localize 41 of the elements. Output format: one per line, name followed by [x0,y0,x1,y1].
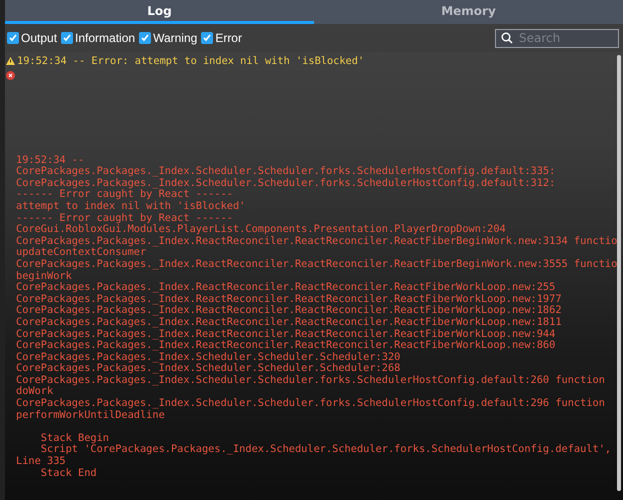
log-line: CorePackages.Packages._Index.Scheduler.Scheduler.Scheduler:268 [16,363,402,375]
log-line: updateContextConsumer [16,247,146,259]
error-icon [6,70,15,80]
log-line: CorePackages.Packages._Index.ReactReconciler.ReactReconciler.ReactFiberWorkLoop.new:255 [16,282,556,294]
log-line: attempt to index nil with 'isBlocked' [16,200,246,213]
log-line: Stack Begin [40,432,109,444]
log-line: CorePackages.Packages._Index.ReactReconciler.ReactReconciler.ReactFiberWorkLoop.new:860 [16,340,556,352]
checkbox[interactable] [61,32,74,44]
filter-label: Warning [153,31,198,45]
log-line: CorePackages.Packages._Index.ReactReconciler.ReactReconciler.ReactFiberWorkLoop.new:944 [16,328,556,340]
warning-icon [6,57,15,65]
log-line: beginWork [16,270,73,282]
log-line: CorePackages.Packages._Index.Scheduler.Scheduler.forks.SchedulerHostConfig.default:296 function [16,398,606,410]
filter-label: Error [215,31,242,45]
log-line: ------ Error caught by React ------ [16,212,233,224]
log-line: Script 'CorePackages.Packages._Index.Scheduler.Scheduler.forks.SchedulerHostConfig.default', Line 335 [16,444,612,468]
checkbox[interactable] [7,32,19,44]
log-line: CoreGui.RobloxGui.Modules.PlayerList.Components.Presentation.PlayerDropDown:204 [16,224,507,236]
checkbox[interactable] [201,32,214,44]
search-icon [501,32,513,44]
log-line: CorePackages.Packages._Index.Scheduler.Scheduler.forks.SchedulerHostConfig.default:312: [16,178,556,189]
log-line: CorePackages.Packages._Index.ReactReconciler.ReactReconciler.ReactFiberWorkLoop.new:1811 [16,316,563,328]
log-line: CorePackages.Packages._Index.ReactReconciler.ReactReconciler.ReactFiberWorkLoop.new:1977 [16,294,563,305]
log-line: performWorkUntilDeadline [16,410,166,422]
log-line: CorePackages.Packages._Index.Scheduler.Scheduler.Scheduler:320 [16,352,402,363]
tab[interactable]: Memory [314,0,623,24]
log-line: CorePackages.Packages._Index.Scheduler.Scheduler.forks.SchedulerHostConfig.default:335: [16,166,556,178]
checkbox[interactable] [139,32,152,44]
log-line: 19:52:34 -- [16,154,86,166]
log-line: CorePackages.Packages._Index.Scheduler.Scheduler.forks.SchedulerHostConfig.default:260 function [16,374,606,386]
scrollbar-thumb[interactable] [617,55,621,491]
log-line: CorePackages.Packages._Index.ReactReconciler.ReactReconciler.ReactFiberWorkLoop.new:1862 [16,305,563,317]
log-line: ------ Error caught by React ------ [16,189,233,201]
filter-label: Information [75,31,136,45]
log-line: Stack End [40,468,98,480]
filter-label: Output [21,31,58,45]
log-line: CorePackages.Packages._Index.ReactReconciler.ReactReconciler.ReactFiberBeginWork.new:3555 functio [16,258,618,271]
log-line: CorePackages.Packages._Index.ReactReconciler.ReactReconciler.ReactFiberBeginWork.new:3134 functio [16,236,618,247]
search-field[interactable]: Search [495,28,619,48]
log-line: 19:52:34 -- Error: attempt to index nil with 'isBlocked' [17,56,364,68]
log-line: doWork [16,386,54,398]
